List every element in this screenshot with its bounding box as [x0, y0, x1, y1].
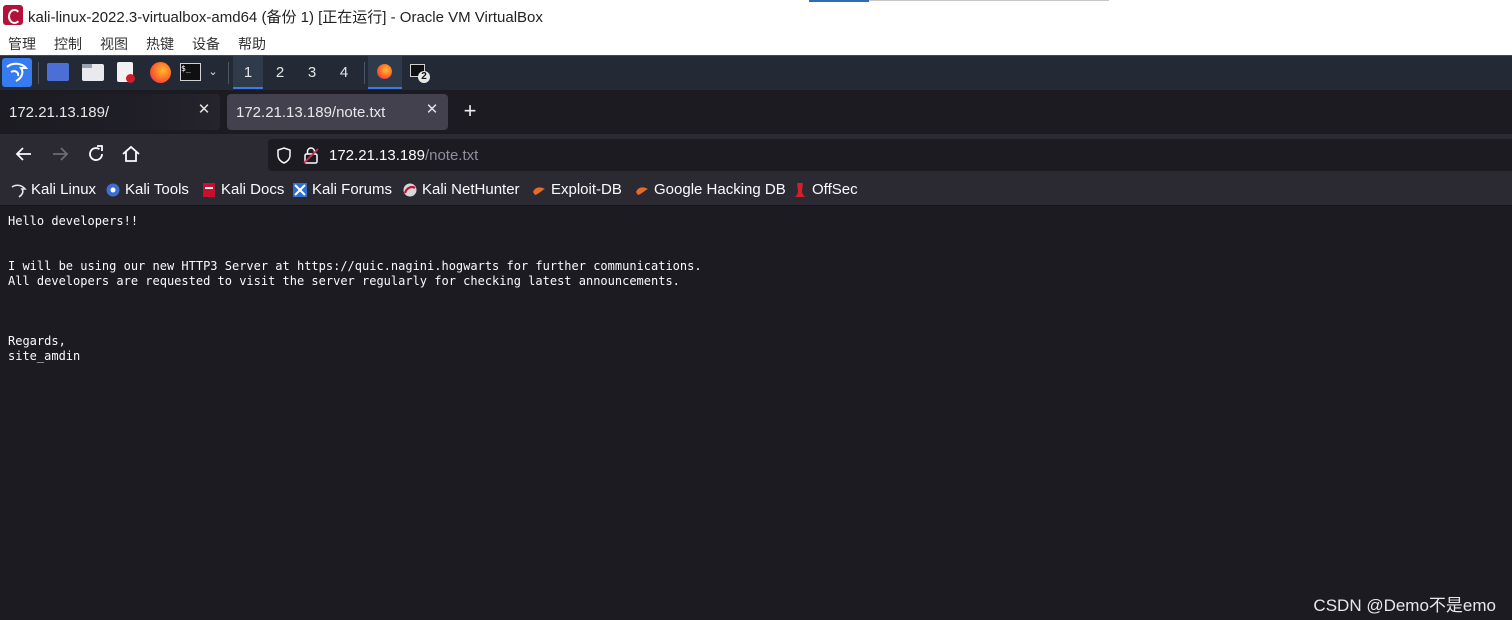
workspace-4[interactable]: 4 [329, 56, 359, 89]
offsec-icon [795, 183, 805, 197]
kali-dragon-icon [11, 184, 27, 198]
note-text: Hello developers!! I will be using our n… [8, 214, 702, 363]
reload-button[interactable] [84, 142, 108, 166]
url-path: /note.txt [424, 147, 479, 164]
bookmark-label: Exploit-DB [551, 181, 622, 198]
browser-nav-bar: 172.21.13.189/note.txt [0, 134, 1512, 174]
tab-home[interactable]: 172.21.13.189/ ✕ [0, 94, 220, 130]
exploit-db-icon [533, 187, 545, 195]
kali-tools-icon [106, 183, 120, 197]
virtualbox-app-icon [3, 5, 23, 25]
terminal-icon[interactable]: $_ [180, 63, 201, 81]
panel-separator [38, 62, 39, 84]
close-icon[interactable]: ✕ [196, 102, 212, 118]
tab-label: 172.21.13.189/note.txt [236, 104, 386, 121]
url-host: 172.21.13.189 [329, 147, 425, 164]
kali-docs-icon [203, 183, 215, 197]
firefox-icon [377, 64, 392, 79]
home-button[interactable] [119, 142, 143, 166]
text-editor-icon[interactable] [117, 62, 135, 83]
window-title: kali-linux-2022.3-virtualbox-amd64 (备份 1… [28, 9, 543, 26]
reload-icon [89, 145, 103, 161]
virtualbox-title-bar: kali-linux-2022.3-virtualbox-amd64 (备份 1… [0, 0, 1512, 30]
window-count-badge: 2 [418, 71, 430, 83]
ghdb-icon [636, 187, 648, 195]
bookmark-label: Kali NetHunter [422, 181, 520, 198]
url-text[interactable]: 172.21.13.189/note.txt [329, 147, 478, 164]
address-bar[interactable]: 172.21.13.189/note.txt [268, 139, 1512, 171]
page-content: Hello developers!! I will be using our n… [0, 206, 1512, 620]
kali-menu-icon[interactable] [2, 58, 32, 87]
desktop-icon[interactable] [47, 63, 69, 81]
close-icon[interactable]: ✕ [424, 102, 440, 118]
menu-item-view[interactable]: 视图 [100, 34, 128, 54]
title-decoration-line [869, 0, 1109, 1]
csdn-watermark: CSDN @Demo不是emo [1313, 596, 1496, 615]
shield-icon[interactable] [276, 147, 292, 164]
taskbar-terminal-windows[interactable]: 2 [410, 63, 432, 85]
bookmark-label: Kali Docs [221, 181, 285, 198]
workspace-2[interactable]: 2 [265, 56, 295, 89]
kali-panel: $_ ⌄ 1 2 3 4 2 [0, 55, 1512, 90]
bookmark-label: Kali Linux [31, 181, 97, 198]
chevron-down-icon[interactable]: ⌄ [206, 64, 220, 80]
workspace-3[interactable]: 3 [297, 56, 327, 89]
back-button[interactable] [12, 142, 36, 166]
tab-label: 172.21.13.189/ [9, 104, 110, 121]
bookmark-label: OffSec [812, 181, 858, 198]
bookmark-label: Google Hacking DB [654, 181, 786, 198]
forward-button[interactable] [48, 142, 72, 166]
panel-separator [364, 62, 365, 84]
menu-item-hotkeys[interactable]: 热键 [146, 34, 174, 54]
panel-separator [228, 62, 229, 84]
nethunter-icon [403, 183, 417, 197]
workspace-1[interactable]: 1 [233, 56, 263, 89]
firefox-icon[interactable] [150, 62, 171, 83]
new-tab-button[interactable]: + [458, 96, 482, 126]
menu-item-devices[interactable]: 设备 [192, 34, 220, 54]
file-manager-icon[interactable] [82, 64, 104, 81]
menu-item-manage[interactable]: 管理 [8, 34, 36, 54]
insecure-lock-icon[interactable] [303, 147, 319, 164]
menu-item-control[interactable]: 控制 [54, 34, 82, 54]
bookmark-label: Kali Forums [312, 181, 393, 198]
bookmark-label: Kali Tools [125, 181, 189, 198]
menu-item-help[interactable]: 帮助 [238, 34, 266, 54]
title-decoration [809, 0, 869, 2]
virtualbox-menu-bar: 管理 控制 视图 热键 设备 帮助 [0, 30, 1512, 55]
taskbar-firefox-window[interactable] [368, 56, 402, 89]
bookmarks-toolbar: Kali Linux Kali Tools Kali Docs Kali For… [0, 174, 1512, 206]
browser-tab-bar: 172.21.13.189/ ✕ 172.21.13.189/note.txt … [0, 90, 1512, 134]
kali-forums-icon [293, 183, 307, 197]
home-icon [122, 145, 140, 162]
tab-note-txt[interactable]: 172.21.13.189/note.txt ✕ [227, 94, 448, 130]
arrow-left-icon [15, 147, 31, 161]
arrow-right-icon [53, 147, 69, 161]
